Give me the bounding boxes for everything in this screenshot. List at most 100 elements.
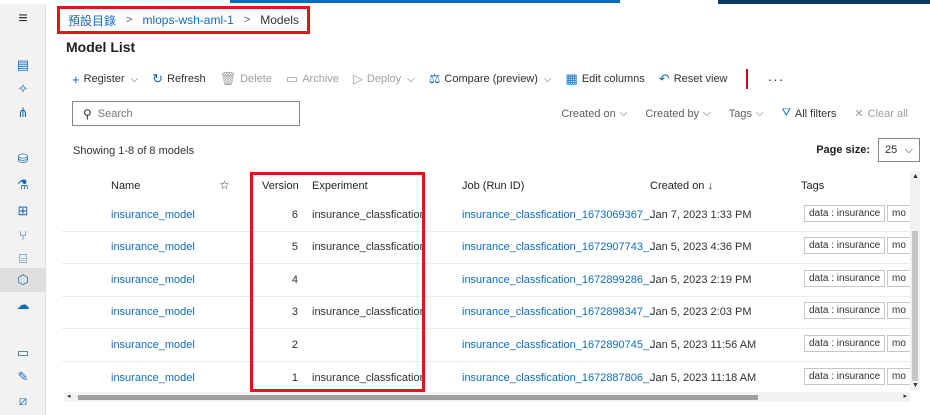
- model-name-link[interactable]: insurance_model: [111, 372, 195, 384]
- search-input[interactable]: [97, 107, 278, 120]
- vertical-scroll-thumb[interactable]: [912, 231, 918, 381]
- table-row[interactable]: insurance_model 5 insurance_classficatio…: [62, 232, 917, 264]
- breadcrumb-root-link[interactable]: 預設目錄: [68, 12, 116, 29]
- chevron-down-icon: ⌵: [756, 108, 764, 119]
- job-link[interactable]: insurance_classfication_1672898347_...: [462, 306, 658, 318]
- model-name-link[interactable]: insurance_model: [111, 209, 195, 221]
- model-name-link[interactable]: insurance_model: [111, 241, 195, 253]
- refresh-button[interactable]: ↻ Refresh: [152, 71, 205, 87]
- table-row[interactable]: insurance_model 4 insurance_classficatio…: [62, 265, 917, 297]
- wrench-icon[interactable]: ✎: [14, 368, 32, 386]
- reset-view-button[interactable]: ↶ Reset view: [659, 71, 728, 87]
- model-version: 1: [291, 372, 298, 384]
- job-link[interactable]: insurance_classfication_1672907743_...: [462, 241, 658, 253]
- horizontal-scrollbar[interactable]: ◂ ▸: [64, 392, 910, 402]
- page-size-control: Page size: 25 ⌵: [816, 138, 920, 162]
- tag-badge: data : insurance: [804, 335, 886, 352]
- model-version: 6: [291, 209, 298, 221]
- job-link[interactable]: insurance_classfication_1672887806_...: [462, 372, 658, 384]
- refresh-label: Refresh: [167, 73, 206, 85]
- components-icon[interactable]: ⊞: [14, 202, 32, 220]
- filter-bar: Created on ⌵ Created by ⌵ Tags ⌵ ⛛ All f…: [561, 107, 908, 120]
- column-header-version[interactable]: Version: [262, 180, 299, 192]
- breadcrumb-separator: >: [126, 14, 133, 26]
- breadcrumb-workspace-link[interactable]: mlops-wsh-aml-1: [142, 13, 233, 27]
- column-header-name[interactable]: Name: [111, 180, 140, 192]
- endpoint-icon[interactable]: ☁: [14, 296, 32, 314]
- table-row[interactable]: insurance_model 2 insurance_classficatio…: [62, 330, 917, 362]
- scroll-up-arrow-icon[interactable]: ▲: [912, 173, 919, 180]
- edit-icon[interactable]: ⧄: [14, 392, 32, 410]
- tag-badge: data : insurance: [804, 270, 886, 287]
- edit-columns-button[interactable]: ▦ Edit columns: [566, 71, 645, 87]
- model-icon[interactable]: ⬡: [0, 268, 46, 292]
- deploy-button[interactable]: ▷ Deploy ⌵: [353, 71, 415, 87]
- breadcrumb: 預設目錄 > mlops-wsh-aml-1 > Models: [57, 6, 310, 34]
- search-box[interactable]: ⚲: [72, 101, 300, 126]
- column-header-tags[interactable]: Tags: [801, 180, 824, 192]
- created-on-value: Jan 5, 2023 4:36 PM: [650, 241, 752, 253]
- register-button[interactable]: + Register ⌵: [72, 72, 138, 87]
- created-by-filter-label: Created by: [645, 107, 700, 120]
- compute-icon[interactable]: ⌸: [14, 250, 32, 268]
- flask-icon[interactable]: ⚗: [14, 176, 32, 194]
- model-name-link[interactable]: insurance_model: [111, 339, 195, 351]
- table-row[interactable]: insurance_model 6 insurance_classficatio…: [62, 200, 917, 232]
- model-name-link[interactable]: insurance_model: [111, 274, 195, 286]
- created-on-filter[interactable]: Created on ⌵: [561, 107, 627, 120]
- data-icon[interactable]: ⛁: [14, 150, 32, 168]
- table-row[interactable]: insurance_model 1 insurance_classficatio…: [62, 363, 917, 390]
- scroll-left-arrow-icon[interactable]: ◂: [67, 392, 71, 400]
- branch-icon[interactable]: ⑂: [14, 226, 32, 244]
- top-accent-bar: [230, 0, 620, 3]
- tag-badge: data : insurance: [804, 237, 886, 254]
- column-header-job[interactable]: Job (Run ID): [462, 180, 524, 192]
- model-version: 2: [291, 339, 298, 351]
- experiment-name: insurance_classfication: [312, 209, 426, 221]
- created-by-filter[interactable]: Created by ⌵: [645, 107, 710, 120]
- compare-icon: ⚖: [428, 71, 441, 86]
- toolbar: + Register ⌵ ↻ Refresh 🗑 Delete ▭ Archiv…: [72, 69, 785, 89]
- archive-button[interactable]: ▭ Archive: [286, 71, 339, 87]
- delete-button[interactable]: 🗑 Delete: [220, 71, 272, 87]
- model-table: Name ☆ Version Experiment Job (Run ID) C…: [62, 168, 922, 390]
- page-size-select[interactable]: 25 ⌵: [878, 138, 920, 162]
- star-icon[interactable]: ☆: [219, 178, 230, 192]
- all-filters-label: All filters: [794, 107, 837, 120]
- job-link[interactable]: insurance_classfication_1673069367_...: [462, 209, 658, 221]
- edit-columns-label: Edit columns: [581, 73, 645, 85]
- tag-badge: data : insurance: [804, 368, 886, 385]
- chevron-down-icon: ⌵: [703, 108, 711, 119]
- vertical-scrollbar[interactable]: ▲ ▼: [910, 171, 920, 391]
- clear-all-button[interactable]: ✕ Clear all: [854, 107, 908, 121]
- column-header-experiment[interactable]: Experiment: [312, 180, 368, 192]
- table-row[interactable]: insurance_model 3 insurance_classficatio…: [62, 297, 917, 329]
- chevron-down-icon: ⌵: [407, 73, 415, 85]
- chevron-down-icon: ⌵: [619, 108, 628, 119]
- scroll-right-arrow-icon[interactable]: ▸: [903, 392, 907, 400]
- document-icon[interactable]: ▤: [14, 56, 32, 74]
- compare-label: Compare (preview): [444, 73, 538, 85]
- tags-filter[interactable]: Tags ⌵: [729, 107, 764, 120]
- pipeline-icon[interactable]: ⋔: [14, 104, 32, 122]
- experiment-name: insurance_classfication: [312, 241, 426, 253]
- menu-icon[interactable]: ≡: [14, 10, 32, 28]
- horizontal-scroll-thumb[interactable]: [78, 395, 758, 400]
- column-header-created-on[interactable]: Created on ↓: [650, 180, 713, 192]
- scroll-down-arrow-icon[interactable]: ▼: [912, 382, 919, 389]
- job-link[interactable]: insurance_classfication_1672899286_...: [462, 274, 658, 286]
- register-label: Register: [83, 73, 125, 85]
- clear-all-label: Clear all: [867, 107, 908, 120]
- chevron-down-icon: ⌵: [543, 73, 552, 85]
- chevron-down-icon: ⌵: [130, 73, 139, 85]
- compare-button[interactable]: ⚖ Compare (preview) ⌵: [429, 71, 552, 87]
- more-options-button[interactable]: ···: [768, 71, 785, 87]
- created-on-value: Jan 5, 2023 11:18 AM: [650, 372, 757, 384]
- job-link[interactable]: insurance_classfication_1672890745_...: [462, 339, 658, 351]
- tags-filter-label: Tags: [728, 107, 753, 120]
- tag-badge: data : insurance: [804, 302, 886, 319]
- sparkle-icon[interactable]: ✧: [14, 80, 32, 98]
- monitor-icon[interactable]: ▭: [14, 344, 32, 362]
- model-name-link[interactable]: insurance_model: [111, 306, 195, 318]
- all-filters-button[interactable]: ⛛ All filters: [782, 107, 837, 120]
